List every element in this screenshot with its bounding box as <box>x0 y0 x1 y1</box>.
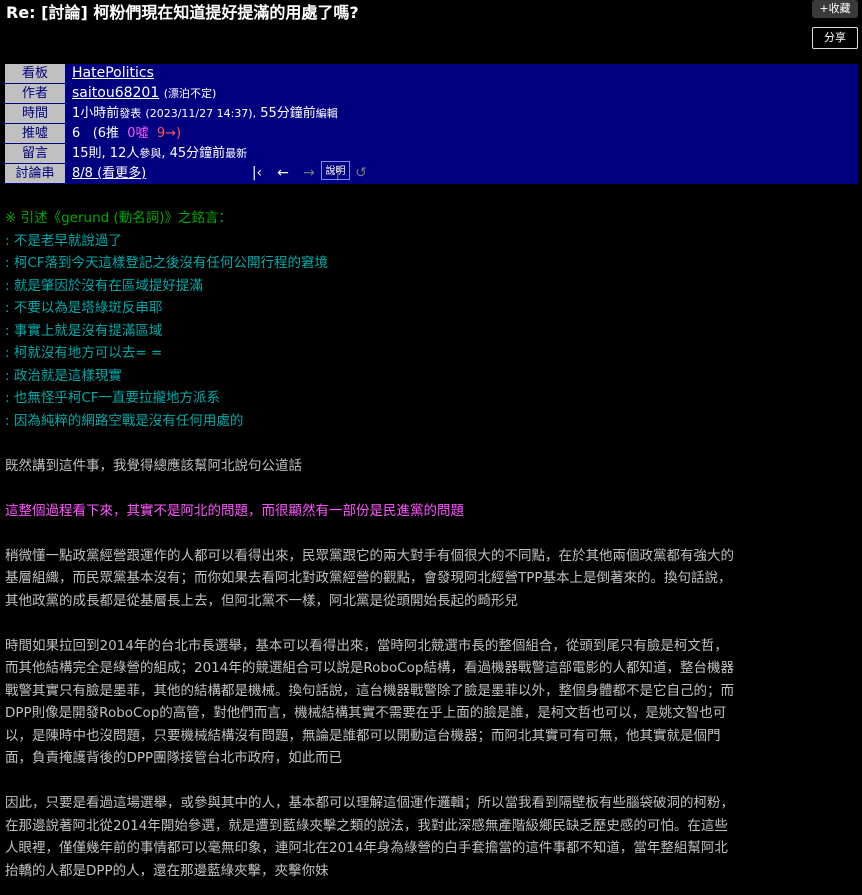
share-button[interactable]: 分享 <box>812 27 858 49</box>
label-board: 看板 <box>5 64 65 83</box>
label-author: 作者 <box>5 84 65 103</box>
comments-count: 15則, 12人 <box>72 146 140 161</box>
quote-line: : 就是肇因於沒有在區域提好提滿 <box>5 277 203 294</box>
quote-line: : 柯就沒有地方可以去= = <box>5 345 163 361</box>
quote-line: : 也無怪乎柯CF一直要拉攏地方派系 <box>5 390 221 406</box>
paragraph-line: 戰警其實只有臉是墨菲，其他的結構都是機械。換句話說，這台機器戰警除了臉是墨菲以外… <box>5 682 734 699</box>
comments-participate-word: 參與 <box>139 147 162 160</box>
board-link[interactable]: HatePolitics <box>72 65 154 81</box>
quote-line: : 政治就是這樣現實 <box>5 367 122 384</box>
page-title: Re: [討論] 柯粉們現在知道提好提滿的用處了嗎? <box>6 3 359 22</box>
quote-header: ※ 引述《gerund (動名詞)》之銘言： <box>5 210 233 226</box>
label-comments: 留言 <box>5 144 65 163</box>
paragraph-line: 抬轎的人都是DPP的人，還在那邊藍綠夾擊，夾擊你妹 <box>5 862 329 879</box>
refresh-icon: ↺ <box>355 165 367 181</box>
comments-latest-word: 最新 <box>225 147 248 160</box>
arrow-count: 9→) <box>156 126 182 141</box>
time-absolute: (2023/11/27 14:37), <box>145 107 257 120</box>
quote-line: : 因為純粹的網路空戰是沒有任何用處的 <box>5 412 244 429</box>
help-button[interactable]: 說明 <box>321 161 350 180</box>
boo-count: 0噓 <box>127 126 149 141</box>
label-thread: 討論串 <box>5 164 65 183</box>
time-edit-word: 編輯 <box>315 107 338 120</box>
article-content: ※ 引述《gerund (動名詞)》之銘言： : 不是老早就說過了 : 柯CF落… <box>5 207 857 882</box>
paragraph-line: 時間如果拉回到2014年的台北市長選舉，基本可以看得出來，當時阿北競選市長的整個… <box>5 637 728 654</box>
paragraph-line: 人眼裡，僅僅幾年前的事情都可以毫無印象，連阿北在2014年身為綠營的白手套擔當的… <box>5 840 728 856</box>
paragraph-line: 而其他結構完全是綠營的組成；2014年的競選組合可以說是RoboCop結構，看過… <box>5 660 734 676</box>
paragraph-line: 其他政黨的成長都是從基層長上去，但阿北黨不一樣，阿北黨是從頭開始長起的畸形兒 <box>5 592 518 609</box>
paragraph-line: 基層組織，而民眾黨基本沒有；而你如果去看阿北對政黨經營的觀點，會發現阿北經營TP… <box>5 570 732 586</box>
push-count: (6推 <box>92 126 120 141</box>
paragraph-line: 以，是陳時中也沒問題，只要機械結構沒有問題，無論是誰都可以開動這台機器；而阿北其… <box>5 727 721 744</box>
paragraph-line: 因此，只要是看過這場選舉，或參與其中的人，基本都可以理解這個運作邏輯；所以當我看… <box>5 795 734 811</box>
prev-icon[interactable]: ← <box>270 164 296 183</box>
quote-line: : 柯CF落到今天這樣登記之後沒有任何公開行程的窘境 <box>5 255 329 271</box>
quote-line: : 不是老早就說過了 <box>5 232 122 249</box>
paragraph-line: 面，負責掩護背後的DPP團隊接管台北市政府，如此而已 <box>5 750 343 766</box>
time-relative: 1小時前 <box>72 106 120 121</box>
paragraph-line: 在那邊說著阿北從2014年開始參選，就是遭到藍綠夾擊之類的說法，我對此深感無產階… <box>5 817 728 834</box>
highlight-line: 這整個過程看下來，其實不是阿北的問題，而很顯然有一部份是民進黨的問題 <box>5 502 464 519</box>
label-time: 時間 <box>5 104 65 123</box>
paragraph-line: DPP則像是開發RoboCop的高管，對他們而言，機械結構其實不需要在乎上面的臉… <box>5 705 727 721</box>
author-link[interactable]: saitou68201 <box>72 85 159 101</box>
label-push: 推噓 <box>5 124 65 143</box>
push-score: 6 <box>72 126 81 141</box>
collect-button[interactable]: +收藏 <box>812 0 858 18</box>
author-nick: (漂泊不定) <box>163 87 217 100</box>
quote-line: : 事實上就是沒有提滿區域 <box>5 322 163 339</box>
paragraph-line: 稍微懂一點政黨經營跟運作的人都可以看得出來，民眾黨跟它的兩大對手有個很大的不同點… <box>5 547 734 564</box>
next-icon: → <box>303 165 315 181</box>
comments-latest-time: , 45分鐘前 <box>161 146 226 161</box>
paragraph-line: 既然講到這件事，我覺得總應該幫阿北說句公道話 <box>5 457 302 474</box>
article-meta: 看板 作者 時間 推噓 留言 討論串 HatePolitics saitou68… <box>5 64 858 184</box>
time-posted-word: 發表 <box>119 107 142 120</box>
time-edit: 55分鐘前 <box>260 106 316 121</box>
quote-line: : 不要以為是塔綠斑反串耶 <box>5 300 163 316</box>
first-icon[interactable]: |‹ <box>244 164 270 183</box>
thread-position-link[interactable]: 8/8 (看更多) <box>72 166 146 181</box>
